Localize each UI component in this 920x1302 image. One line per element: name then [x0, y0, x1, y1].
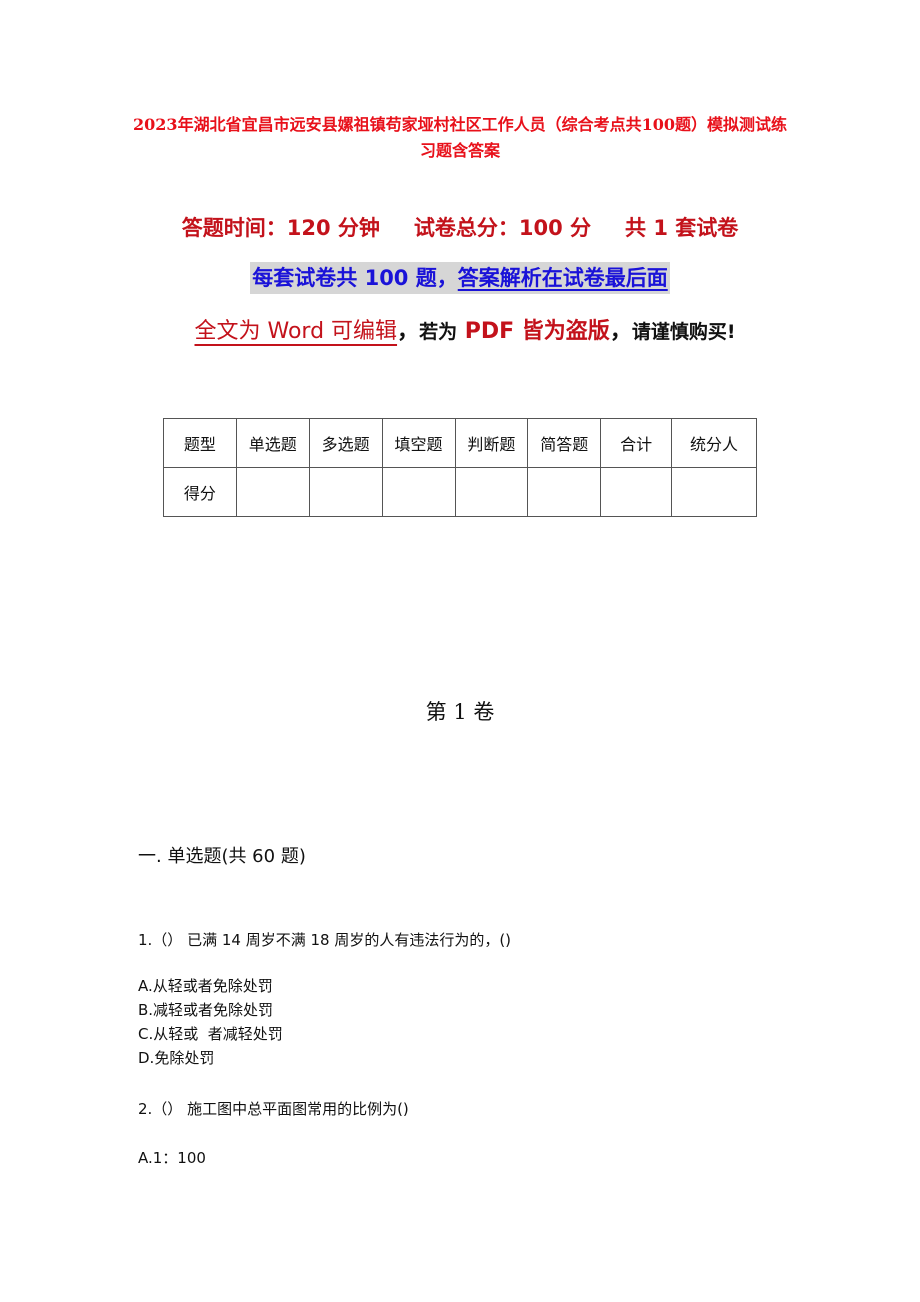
question-1-options: A.从轻或者免除处罚 B.减轻或者免除处罚 C.从轻或 者减轻处罚 D.免除处罚	[138, 974, 283, 1070]
exam-time: 答题时间：120 分钟	[181, 216, 380, 240]
question-1-option-a: A.从轻或者免除处罚	[138, 977, 273, 995]
header-cell-scorer: 统分人	[671, 418, 757, 468]
score-cell-multi-choice[interactable]	[308, 467, 383, 517]
question-1-option-d: D.免除处罚	[138, 1049, 215, 1067]
header-cell-single-choice: 单选题	[235, 418, 310, 468]
word-editable-text: 全文为 Word 可编辑	[194, 319, 398, 344]
score-table: 题型 单选题 多选题 填空题 判断题 简答题 合计 统分人 得分	[163, 418, 757, 517]
score-table-header-row: 题型 单选题 多选题 填空题 判断题 简答题 合计 统分人	[163, 418, 757, 468]
answer-notice-line: 每套试卷共 100 题，答案解析在试卷最后面	[0, 262, 920, 294]
question-2-option-a: A.1：100	[138, 1149, 206, 1167]
document-page: 2023年湖北省宜昌市远安县嫘祖镇苟家垭村社区工作人员（综合考点共100题）模拟…	[0, 0, 920, 1302]
question-1-option-c: C.从轻或 者减轻处罚	[138, 1025, 283, 1043]
warning-if-text: 若为	[419, 321, 458, 343]
row-label-score: 得分	[163, 467, 237, 517]
header-cell-short-answer: 简答题	[527, 418, 602, 468]
score-cell-true-false[interactable]	[454, 467, 529, 517]
volume-title: 第 1 卷	[425, 700, 495, 724]
score-cell-short-answer[interactable]	[527, 467, 602, 517]
score-cell-fill-blank[interactable]	[381, 467, 456, 517]
question-1-stem: 1.（） 已满 14 周岁不满 18 周岁的人有违法行为的，()	[138, 931, 512, 949]
score-table-score-row: 得分	[163, 467, 757, 517]
header-cell-true-false: 判断题	[454, 418, 529, 468]
score-cell-total[interactable]	[600, 467, 673, 517]
warning-comma-2: ，	[609, 319, 632, 344]
notice-answer-location: 答案解析在试卷最后面	[457, 266, 668, 290]
question-1-option-b: B.减轻或者免除处罚	[138, 1001, 274, 1019]
exam-total-score: 试卷总分：100 分	[413, 216, 592, 240]
score-cell-single-choice[interactable]	[235, 467, 310, 517]
pdf-piracy-text: PDF 皆为盗版	[457, 319, 610, 344]
header-cell-total: 合计	[600, 418, 673, 468]
score-cell-scorer[interactable]	[671, 467, 757, 517]
question-2-stem: 2.（） 施工图中总平面图常用的比例为()	[138, 1100, 409, 1118]
buy-carefully-text: 请谨慎购买!	[631, 321, 736, 343]
piracy-warning: 全文为 Word 可编辑，若为 PDF 皆为盗版，请谨慎购买!	[150, 308, 780, 356]
document-title: 2023年湖北省宜昌市远安县嫘祖镇苟家垭村社区工作人员（综合考点共100题）模拟…	[133, 115, 787, 160]
answer-notice-highlight: 每套试卷共 100 题，答案解析在试卷最后面	[250, 262, 670, 294]
section-title: 一. 单选题(共 60 题)	[138, 846, 306, 867]
header-cell-type: 题型	[163, 418, 237, 468]
header-cell-fill-blank: 填空题	[381, 418, 456, 468]
exam-info-line: 答题时间：120 分钟 试卷总分：100 分 共 1 套试卷	[0, 212, 920, 242]
notice-question-count: 每套试卷共 100 题，	[252, 266, 458, 290]
exam-set-count: 共 1 套试卷	[625, 216, 739, 240]
header-cell-multi-choice: 多选题	[308, 418, 383, 468]
warning-comma-1: ，	[397, 319, 420, 344]
